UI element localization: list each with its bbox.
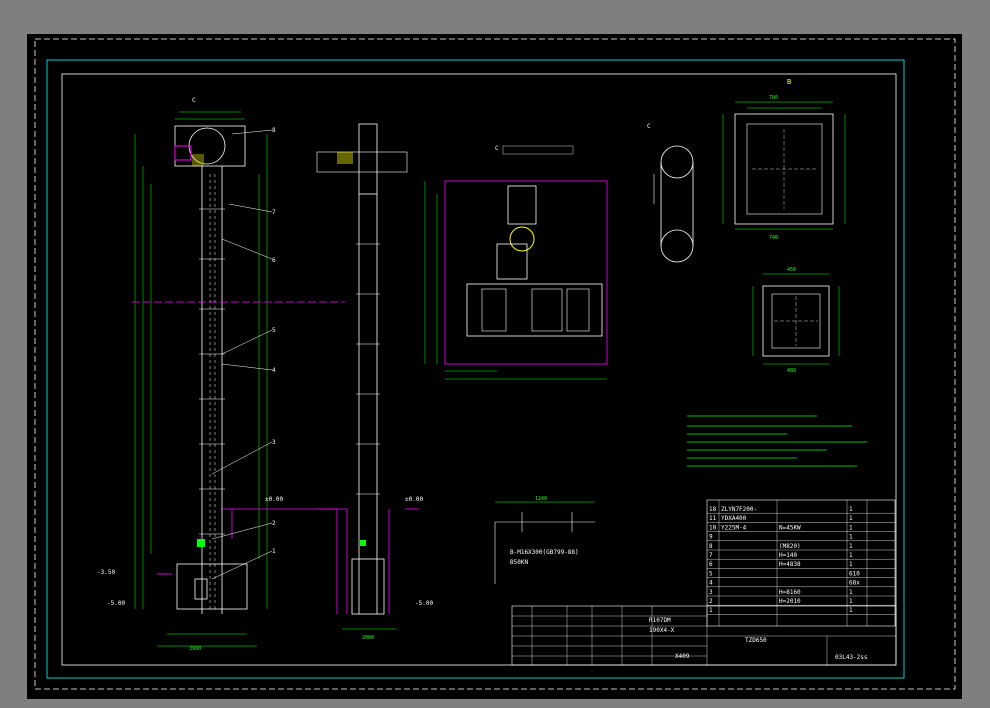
chain-loop-view: C [647,123,694,263]
parts-cell-qty: 1 [849,561,853,568]
elevation-bot-left: -5.00 [107,600,125,607]
sheet-cyan-frame [46,59,905,679]
dim-2000: 2000 [362,635,374,641]
elevation-bot-right: -5.00 [415,600,433,607]
chain-view-title: C [647,123,651,130]
drawing-svg: 8 7 6 5 4 3 2 1 C ±0.00 -3.50 -5.00 3900 [34,38,956,690]
parts-cell-no: 5 [709,570,713,577]
elevator-front-view: 8 7 6 5 4 3 2 1 C ±0.00 -3.50 -5.00 3900 [97,97,345,652]
parts-cell-name: Y225M-4 [721,524,747,531]
callout-2: 2 [272,520,276,527]
callout-4: 4 [272,367,276,374]
parts-cell-note: H=140 [779,552,797,559]
load-spec: B50KN [510,559,528,566]
callout-7: 7 [272,209,276,216]
parts-cell-qty: 1 [849,506,853,513]
foundation-detail: B-M16X300(GB799-88) B50KN 1240 [494,496,595,584]
parts-cell-name: YDXA400 [721,515,747,522]
view-c-label: C [192,97,196,104]
parts-cell-qty: 1 [849,515,853,522]
code-x409: X409 [675,653,690,660]
parts-cell-no: 4 [709,580,713,587]
parts-cell-note: H=4838 [779,561,801,568]
parts-cell-qty: 1 [849,607,853,614]
view-b-label: B [787,78,791,86]
parts-cell-name: ZLYN7F200- [721,506,757,513]
dim-450: 450 [787,267,796,273]
drive-detail-view: C [424,145,608,380]
elevation-mid-left: -3.50 [97,569,115,576]
title-block: TZD650 03L43-2ss R107DM 190X4-X X409 [511,605,897,666]
reducer-code: R107DM [649,617,671,624]
dim-1240: 1240 [535,496,547,502]
parts-cell-no: 7 [709,552,713,559]
drive-view-title: C [495,145,499,152]
dim-780: 780 [769,95,778,101]
parts-cell-qty: 1 [849,524,853,531]
dim-480: 480 [787,368,796,374]
parts-cell-no: 6 [709,561,713,568]
parts-cell-qty: 1 [849,543,853,550]
parts-cell-note: H=8160 [779,589,801,596]
flange-view-b: B 780 740 [722,78,846,241]
parts-cell-qty: 610 [849,570,860,577]
callout-8: 8 [272,127,276,134]
dim-740: 740 [769,235,778,241]
parts-cell-no: 2 [709,598,713,605]
parts-cell-no: 10 [709,524,717,531]
title-model: TZD650 [745,637,767,644]
technical-notes [687,415,867,467]
parts-cell-no: 9 [709,534,713,541]
parts-cell-qty: 1 [849,589,853,596]
parts-cell-note: (M820) [779,543,801,550]
parts-cell-no: 1 [709,607,713,614]
parts-cell-no: 18 [709,506,717,513]
dim-3900: 3900 [189,646,201,652]
cad-viewport[interactable]: 8 7 6 5 4 3 2 1 C ±0.00 -3.50 -5.00 3900 [0,0,990,708]
flange-view-a: 450 480 [752,267,840,374]
parts-cell-no: 11 [709,515,717,522]
parts-cell-qty: 1 [849,552,853,559]
drawing-number: 03L43-2ss [835,654,868,661]
callout-5: 5 [272,327,276,334]
parts-cell-qty: 1 [849,598,853,605]
callout-3: 3 [272,439,276,446]
parts-cell-note: N=45KW [779,524,801,531]
drawing-canvas[interactable]: 8 7 6 5 4 3 2 1 C ±0.00 -3.50 -5.00 3900 [27,34,962,699]
callout-6: 6 [272,257,276,264]
parts-cell-note: H=2010 [779,598,801,605]
callout-1: 1 [272,548,276,555]
elevation-top-right: ±0.00 [405,496,423,503]
reducer-ratio: 190X4-X [649,627,675,634]
sheet-inner-frame [61,73,897,666]
bolt-spec: B-M16X300(GB799-88) [510,549,579,556]
parts-cell-qty: 68x [849,580,860,587]
parts-cell-no: 3 [709,589,713,596]
parts-list-table: 18 ZLYN7F200- 111 YDXA400 110 Y225M-4 N=45KW 19… [706,499,896,627]
elevation-top-left: ±0.00 [265,496,283,503]
elevator-side-view: ±0.00 -5.00 2000 [316,123,433,641]
parts-cell-qty: 1 [849,534,853,541]
parts-cell-no: 8 [709,543,713,550]
